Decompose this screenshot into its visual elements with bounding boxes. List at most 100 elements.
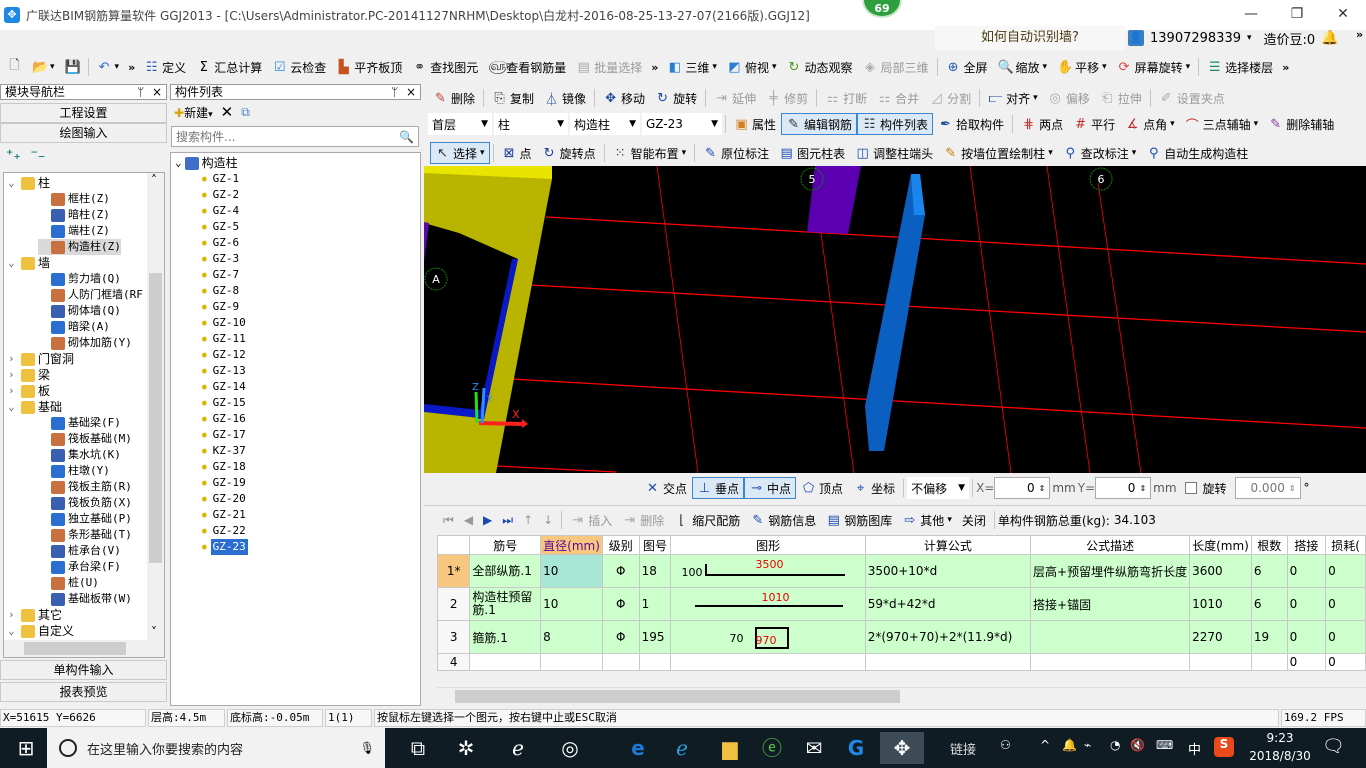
glodon-g-icon[interactable]: G (836, 732, 876, 764)
nav-tree-item[interactable]: 人防门框墙(RF (38, 287, 143, 303)
insert-button[interactable]: ⇥ 插入 (565, 509, 617, 531)
component-item[interactable]: ✹ GZ-21 (201, 507, 248, 523)
cell-length[interactable]: 3600 (1189, 554, 1252, 588)
action-center-icon[interactable]: 🗨 (1322, 736, 1345, 757)
align-button[interactable]: ⫍ 对齐 ▾ (983, 87, 1043, 109)
wifi-icon[interactable]: ◔ (1110, 738, 1120, 752)
component-item[interactable]: ✹ GZ-22 (201, 523, 248, 539)
x-offset-input[interactable]: 0 ⇕ (994, 477, 1051, 499)
cloud-check-button[interactable]: ☑ 云检查 (267, 56, 331, 78)
search-icon[interactable]: 🔍 (399, 130, 414, 144)
cell-loss[interactable]: 0 (1325, 620, 1366, 654)
component-item[interactable]: ✹ GZ-16 (201, 411, 248, 427)
cell-length[interactable] (1189, 653, 1252, 671)
column-header[interactable]: 图号 (638, 535, 672, 555)
taskbar-search-input[interactable]: 在这里输入你要搜索的内容 🎙 (47, 728, 385, 768)
floors-button[interactable]: ☰ 选择楼层 (1202, 56, 1278, 78)
mirror-button[interactable]: ⏃ 镜像 (539, 87, 591, 109)
bell-icon[interactable]: 🔔 (1321, 30, 1338, 46)
chevron-down-icon[interactable]: ▾ (1132, 148, 1137, 158)
new-file-button[interactable]: 🗋 (2, 56, 27, 78)
cell-grade[interactable]: Φ (601, 620, 640, 654)
glodon-update-icon[interactable]: ◎ (550, 732, 590, 764)
point-button[interactable]: ⊠ 点 (497, 142, 537, 164)
column-header[interactable]: 计算公式 (864, 535, 1032, 555)
cell-loss[interactable]: 0 (1325, 554, 1366, 588)
component-tree-root[interactable]: ⌄ 构造柱 (175, 155, 238, 171)
nav-tree-item[interactable]: › 其它 (8, 607, 62, 623)
coordinate-button[interactable]: ⌖ 坐标 (848, 477, 900, 499)
cell-grade[interactable] (601, 653, 640, 671)
component-item[interactable]: ✹ GZ-17 (201, 427, 248, 443)
stretch-button[interactable]: ⎗ 拉伸 (1095, 87, 1147, 109)
column-header[interactable]: 搭接 (1286, 535, 1327, 555)
expand-all-icon[interactable]: ⁺₊ (6, 147, 21, 163)
ime-indicator[interactable]: 中 (1188, 739, 1201, 758)
cell-formula[interactable] (864, 653, 1032, 671)
fan-app-icon[interactable]: ✲ (446, 732, 486, 764)
nav-tree-item[interactable]: › 板 (8, 383, 50, 399)
table-row[interactable]: 2 构造柱预留筋.1 10 Φ 1 1010 59*d+42*d 搭接+锚固 1010 6 0 0 (436, 587, 1366, 621)
component-item[interactable]: ✹ GZ-8 (201, 283, 241, 299)
copy-button[interactable]: ⎘ 复制 (487, 87, 539, 109)
cell-length[interactable]: 2270 (1189, 620, 1252, 654)
partial-3d-button[interactable]: ◈ 局部三维 (858, 56, 934, 78)
cell-shape_no[interactable] (638, 653, 672, 671)
save-button[interactable]: 💾 (60, 56, 85, 78)
zoom-button[interactable]: 🔍 缩放 ▾ (993, 56, 1053, 78)
nav-tree-item[interactable]: 独立基础(P) (38, 511, 132, 527)
top-view-button[interactable]: ◩ 俯视 ▾ (722, 56, 782, 78)
cell-count[interactable]: 6 (1250, 587, 1288, 621)
file-explorer-icon[interactable]: ▆ (710, 732, 750, 764)
record-nav-button[interactable]: ◀ (459, 509, 478, 531)
nav-tree-item[interactable]: ⌄ 墙 (8, 255, 50, 271)
green-browser-icon[interactable]: ⓔ (752, 732, 792, 764)
nav-tree-item[interactable]: ⌄ 基础 (8, 399, 62, 415)
cell-diameter[interactable]: 10 (540, 587, 603, 621)
collapse-all-icon[interactable]: ⁻₋ (31, 147, 46, 163)
subtype-select[interactable]: 构造柱 ▼ (570, 113, 640, 135)
sigma-button[interactable]: Σ 汇总计算 (191, 56, 267, 78)
other-button[interactable]: ⇨ 其他 ▾ (897, 509, 957, 531)
cell-shape_no[interactable]: 195 (638, 620, 672, 654)
cell-shape_no[interactable]: 1 (638, 587, 672, 621)
cell-grade[interactable]: Φ (601, 554, 640, 588)
midpoint-button[interactable]: ⊸ 中点 (744, 477, 797, 499)
trim-button[interactable]: ╪ 修剪 (761, 87, 813, 109)
delete-axis-button[interactable]: ✎ 删除辅轴 (1263, 113, 1339, 135)
cell-name[interactable] (469, 653, 542, 671)
smart-layout-button[interactable]: ⁙ 智能布置 ▾ (608, 142, 692, 164)
component-item[interactable]: ✹ GZ-15 (201, 395, 248, 411)
3d-viewport[interactable]: A 5 6 X Z Y (424, 166, 1366, 473)
chevron-down-icon[interactable]: ▾ (712, 62, 717, 72)
chevron-down-icon[interactable]: ▾ (772, 62, 777, 72)
type-select[interactable]: 柱 ▼ (494, 113, 568, 135)
nav-tree-item[interactable]: 桩(U) (38, 575, 99, 591)
clock-date[interactable]: 2018/8/30 (1245, 749, 1315, 763)
pin-icon[interactable]: ᛘ (391, 85, 398, 99)
rotate-button[interactable]: ↻ 旋转 (650, 87, 702, 109)
table-row[interactable]: 3 箍筋.1 8 Φ 195 70 970 2*(970+70)+2*(11.9*d) 2270… (436, 620, 1366, 654)
table-row[interactable]: 4 00 (436, 653, 1366, 671)
record-nav-button[interactable]: ↑ (518, 509, 538, 531)
keyboard-icon[interactable]: ⌨ (1156, 738, 1173, 752)
volume-muted-icon[interactable]: 🔇 (1130, 738, 1145, 752)
cursor-button[interactable]: ↖ 选择 ▾ (430, 142, 490, 164)
column-table-button[interactable]: ▤ 图元柱表 (774, 142, 850, 164)
component-item[interactable]: ✹ GZ-7 (201, 267, 241, 283)
pan-hand-button[interactable]: ✋ 平移 ▾ (1052, 56, 1112, 78)
close-icon[interactable]: × (152, 85, 162, 99)
component-item[interactable]: ✹ GZ-2 (201, 187, 241, 203)
scale-rebar-button[interactable]: ⌊ 缩尺配筋 (669, 509, 745, 531)
chevron-down-icon[interactable]: ▾ (1048, 148, 1053, 158)
nav-tree-item[interactable]: ⌄ 柱 (8, 175, 50, 191)
header-more-button[interactable]: » (1352, 28, 1366, 41)
delete-component-icon[interactable]: ✕ (221, 103, 234, 121)
ie-old-icon[interactable]: ℯ (498, 732, 538, 764)
nav-tree-item[interactable]: 端柱(Z) (38, 223, 110, 239)
cell-lap[interactable]: 0 (1286, 554, 1327, 588)
break-button[interactable]: ⚏ 打断 (820, 87, 872, 109)
cell-loss[interactable]: 0 (1325, 653, 1366, 671)
nav-tree-item[interactable]: 剪力墙(Q) (38, 271, 121, 287)
level-top-button[interactable]: ▙ 平齐板顶 (331, 56, 407, 78)
